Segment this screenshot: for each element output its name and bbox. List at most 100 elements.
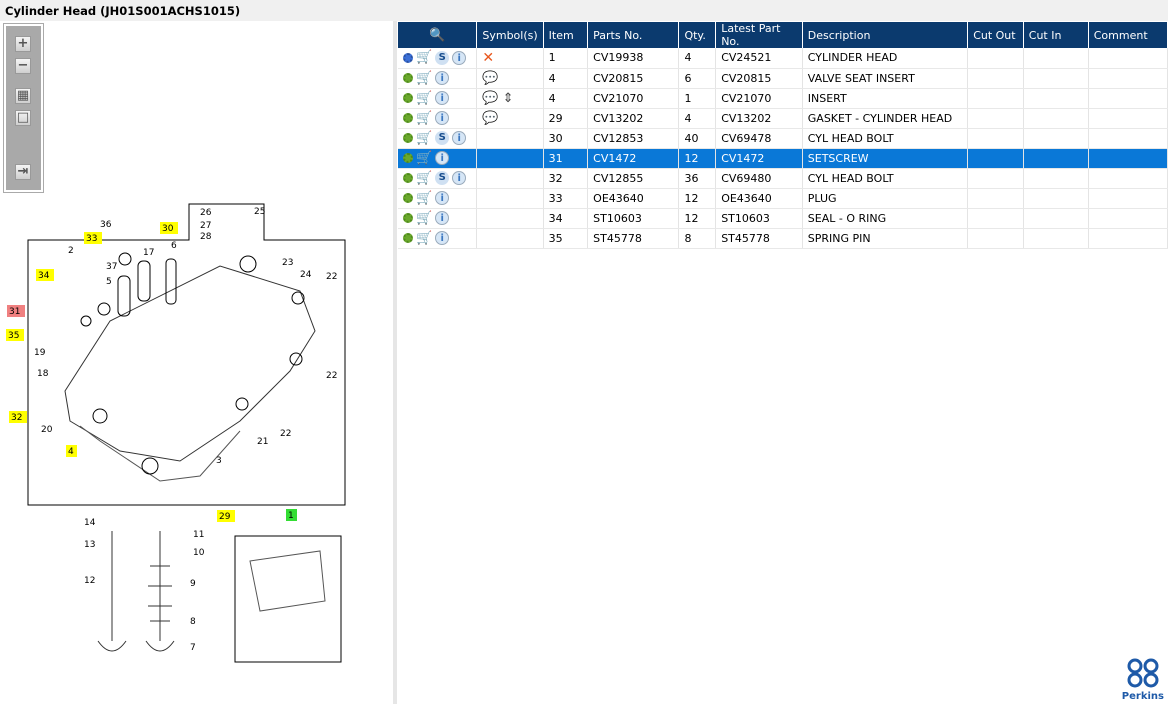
column-header-search[interactable]: 🔍 (398, 22, 478, 48)
cart-icon[interactable]: 🛒 (416, 71, 432, 86)
diagram-pane[interactable]: + − ▦ □ ⇥ 36 30 26 25 27 28 2 33 6 17 37 23 34 5 24 22 3… (0, 21, 393, 704)
gear-icon[interactable] (403, 73, 413, 83)
supersession-icon[interactable]: S (435, 171, 450, 185)
table-row[interactable]: 🛒 i 31 CV1472 12 CV1472 SETSCREW (398, 148, 1168, 169)
supersession-icon[interactable]: S (435, 131, 450, 145)
gear-icon[interactable] (403, 173, 413, 183)
cart-icon[interactable]: 🛒 (416, 91, 432, 106)
cart-icon[interactable]: 🛒 (416, 131, 432, 146)
callout-13[interactable]: 13 (84, 540, 95, 550)
table-row[interactable]: 🛒 i 💬 29 CV13202 4 CV13202 GASKET - CYLIN… (398, 108, 1168, 129)
callout-28[interactable]: 28 (200, 232, 212, 242)
gear-icon[interactable] (403, 93, 413, 103)
info-icon[interactable]: i (452, 131, 467, 145)
callout-22[interactable]: 22 (326, 371, 337, 381)
table-row[interactable]: 🛒 i 💬 4 CV20815 6 CV20815 VALVE SEAT INSE… (398, 68, 1168, 89)
column-header[interactable]: Cut Out (967, 22, 1024, 48)
cart-icon[interactable]: 🛒 (416, 211, 432, 226)
column-header[interactable]: Symbol(s) (476, 22, 544, 48)
info-icon[interactable]: i (435, 191, 450, 205)
callout-18[interactable]: 18 (37, 369, 49, 379)
callout-22[interactable]: 22 (326, 272, 337, 282)
info-icon[interactable]: i (435, 231, 450, 245)
supersession-icon[interactable]: S (435, 50, 450, 65)
callout-14[interactable]: 14 (84, 518, 96, 528)
gear-icon[interactable] (403, 113, 413, 123)
cart-icon[interactable]: 🛒 (416, 171, 432, 186)
gear-icon[interactable] (403, 213, 413, 223)
gear-icon[interactable] (403, 193, 413, 203)
latest-part-cell: ST10603 (715, 208, 803, 229)
cut-in-cell (1023, 168, 1089, 189)
search-icon[interactable]: 🔍 (403, 28, 471, 43)
callout-31[interactable]: 31 (9, 307, 20, 317)
table-row[interactable]: 🛒 i 35 ST45778 8 ST45778 SPRING PIN (398, 228, 1168, 249)
info-icon[interactable]: i (435, 111, 450, 125)
table-row[interactable]: 🛒 Si 32 CV12855 36 CV69480 CYL HEAD BOLT (398, 168, 1168, 189)
logo-text: Perkins (1121, 691, 1164, 702)
cart-icon[interactable]: 🛒 (416, 231, 432, 246)
callout-36[interactable]: 36 (100, 220, 112, 230)
callout-23[interactable]: 23 (282, 258, 293, 268)
gears-icon[interactable] (403, 52, 413, 63)
callout-9[interactable]: 9 (190, 579, 196, 589)
callout-37[interactable]: 37 (106, 262, 117, 272)
info-icon[interactable]: i (435, 91, 450, 105)
callout-27[interactable]: 27 (200, 221, 211, 231)
callout-20[interactable]: 20 (41, 425, 53, 435)
callout-2[interactable]: 2 (68, 246, 74, 256)
callout-25[interactable]: 25 (254, 207, 265, 217)
callout-7[interactable]: 7 (190, 643, 196, 653)
info-icon[interactable]: i (435, 211, 450, 225)
callout-34[interactable]: 34 (38, 271, 50, 281)
table-row[interactable]: 🛒 i 💬 ⇕ 4 CV21070 1 CV21070 INSERT (398, 88, 1168, 109)
column-header[interactable]: Description (802, 22, 969, 48)
column-header[interactable]: Comment (1088, 22, 1168, 48)
latest-part-cell: CV24521 (715, 48, 803, 69)
table-row[interactable]: 🛒 i 34 ST10603 12 ST10603 SEAL - O RING (398, 208, 1168, 229)
callout-4[interactable]: 4 (68, 447, 74, 457)
callout-33[interactable]: 33 (86, 234, 97, 244)
column-header[interactable]: Item (543, 22, 589, 48)
callout-10[interactable]: 10 (193, 548, 205, 558)
callout-5[interactable]: 5 (106, 277, 112, 287)
symbols-cell (476, 228, 544, 249)
callout-12[interactable]: 12 (84, 576, 95, 586)
callout-6[interactable]: 6 (171, 241, 177, 251)
callout-32[interactable]: 32 (11, 413, 22, 423)
table-row[interactable]: 🛒 Si ✕ 1 CV19938 4 CV24521 CYLINDER HEAD (398, 48, 1168, 69)
column-header[interactable]: Qty. (678, 22, 717, 48)
gear-icon[interactable] (403, 153, 413, 163)
cart-icon[interactable]: 🛒 (416, 111, 432, 126)
callout-11[interactable]: 11 (193, 530, 204, 540)
callout-3[interactable]: 3 (216, 456, 222, 466)
column-header[interactable]: Parts No. (587, 22, 680, 48)
cut-out-cell (967, 208, 1024, 229)
cart-icon[interactable]: 🛒 (416, 151, 432, 166)
callout-24[interactable]: 24 (300, 270, 312, 280)
callout-26[interactable]: 26 (200, 208, 212, 218)
table-row[interactable]: 🛒 Si 30 CV12853 40 CV69478 CYL HEAD BOLT (398, 128, 1168, 149)
callout-19[interactable]: 19 (34, 348, 46, 358)
callout-22[interactable]: 22 (280, 429, 291, 439)
callout-35[interactable]: 35 (8, 331, 19, 341)
callout-8[interactable]: 8 (190, 617, 196, 627)
info-icon[interactable]: i (435, 151, 450, 165)
callout-29[interactable]: 29 (219, 512, 231, 522)
symbols-cell: 💬 (476, 68, 544, 89)
cart-icon[interactable]: 🛒 (416, 191, 432, 206)
exploded-parts-diagram[interactable]: 36 3026 25272823361737 2334524 2231351918 223… (0, 21, 393, 704)
gear-icon[interactable] (403, 233, 413, 243)
info-icon[interactable]: i (435, 71, 450, 85)
table-row[interactable]: 🛒 i 33 OE43640 12 OE43640 PLUG (398, 188, 1168, 209)
gear-icon[interactable] (403, 133, 413, 143)
callout-21[interactable]: 21 (257, 437, 268, 447)
info-icon[interactable]: i (452, 50, 467, 65)
callout-30[interactable]: 30 (162, 224, 174, 234)
callout-1[interactable]: 1 (288, 511, 294, 521)
column-header[interactable]: Cut In (1023, 22, 1089, 48)
callout-17[interactable]: 17 (143, 248, 154, 258)
column-header[interactable]: Latest Part No. (715, 22, 803, 48)
info-icon[interactable]: i (452, 171, 467, 185)
cart-icon[interactable]: 🛒 (416, 50, 432, 65)
